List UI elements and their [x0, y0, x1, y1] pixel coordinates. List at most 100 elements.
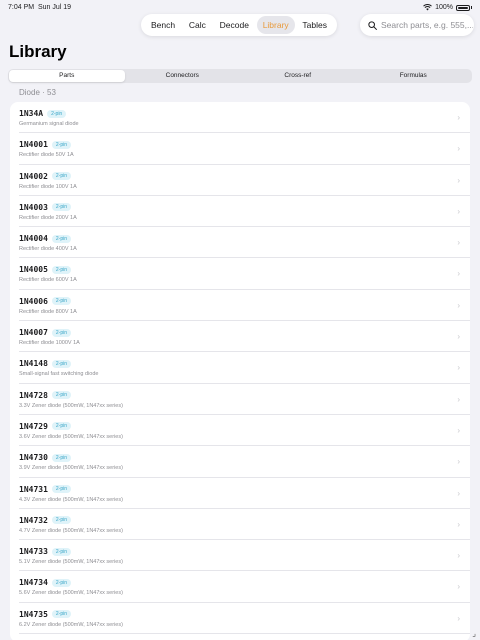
list-item[interactable]: 1N4004 2-pin Rectifier diode 400V 1A › — [19, 227, 470, 259]
part-name: 1N4732 — [19, 515, 48, 525]
part-description: Germanium signal diode — [19, 121, 79, 127]
list-item[interactable]: 1N4003 2-pin Rectifier diode 200V 1A › — [19, 196, 470, 228]
list-item[interactable]: 1N4735 2-pin 6.2V Zener diode (500mW, 1N47… — [19, 603, 470, 635]
pin-badge: 2-pin — [51, 172, 72, 181]
battery-tip — [471, 6, 472, 9]
part-name: 1N4735 — [19, 609, 48, 619]
pin-badge: 2-pin — [51, 516, 72, 525]
part-description: 5.1V Zener diode (500mW, 1N47xx series) — [19, 559, 123, 566]
pin-badge: 2-pin — [51, 297, 72, 306]
chevron-right-icon: › — [457, 582, 460, 592]
chevron-right-icon: › — [457, 269, 460, 279]
chevron-right-icon: › — [457, 394, 460, 404]
list-item[interactable]: 1N4731 2-pin 4.3V Zener diode (500mW, 1N47… — [19, 478, 470, 509]
part-name: 1N4007 — [19, 328, 48, 338]
segment-cross-ref[interactable]: Cross-ref — [240, 70, 356, 82]
row-title-line: 1N4733 2-pin — [19, 547, 72, 557]
part-name: 1N4733 — [19, 547, 48, 557]
row-title-line: 1N4005 2-pin — [19, 265, 72, 275]
row-title-line: 1N4007 2-pin — [19, 328, 72, 338]
part-name: 1N4003 — [19, 202, 48, 212]
pin-badge: 2-pin — [51, 547, 72, 556]
nav-decode[interactable]: Decode — [214, 16, 255, 34]
row-title-line: 1N4730 2-pin — [19, 453, 72, 463]
list-item[interactable]: 1N4005 2-pin Rectifier diode 600V 1A › — [19, 258, 470, 290]
part-name: 1N4005 — [19, 265, 48, 275]
search-box[interactable] — [360, 14, 474, 36]
nav-tables[interactable]: Tables — [296, 16, 333, 34]
segment-formulas[interactable]: Formulas — [356, 70, 472, 82]
row-title-line: 1N4731 2-pin — [19, 485, 72, 494]
list-item[interactable]: 1N4728 2-pin 3.3V Zener diode (500mW, 1N47… — [19, 384, 470, 415]
top-nav: Bench Calc Decode Library Tables — [141, 14, 337, 36]
chevron-right-icon: › — [457, 551, 460, 561]
status-clock: 7:04 PM — [8, 4, 35, 11]
row-title-line: 1N4735 2-pin — [19, 609, 72, 619]
part-description: 6.2V Zener diode (500mW, 1N47xx series) — [19, 621, 123, 628]
part-name: 1N4006 — [19, 296, 48, 306]
status-date: Sun Jul 19 — [37, 4, 72, 11]
segment-connectors[interactable]: Connectors — [125, 70, 241, 82]
row-title-line: 1N34A 2-pin — [19, 109, 67, 118]
chevron-right-icon: › — [457, 113, 460, 122]
search-input[interactable] — [381, 20, 473, 30]
chevron-right-icon: › — [457, 332, 460, 342]
row-title-line: 1N4728 2-pin — [19, 390, 72, 400]
list-item[interactable]: 1N4002 2-pin Rectifier diode 100V 1A › — [19, 165, 470, 196]
pin-badge: 2-pin — [51, 328, 72, 337]
chevron-right-icon: › — [457, 238, 460, 248]
list-item[interactable]: 1N4732 2-pin 4.7V Zener diode (500mW, 1N47… — [19, 509, 470, 541]
chevron-right-icon: › — [457, 457, 460, 467]
part-description: 4.7V Zener diode (500mW, 1N47xx series) — [19, 527, 123, 534]
row-title-line: 1N4006 2-pin — [19, 296, 72, 306]
part-name: 1N4730 — [19, 453, 48, 463]
segment-parts[interactable]: Parts — [9, 70, 125, 82]
pin-badge: 2-pin — [51, 578, 72, 587]
list-item[interactable]: 1N4148 2-pin Small-signal fast switching d… — [19, 352, 470, 384]
part-name: 1N4001 — [19, 140, 48, 150]
pin-badge: 2-pin — [51, 453, 72, 462]
chevron-right-icon: › — [457, 488, 460, 498]
list-item[interactable]: 1N4729 2-pin 3.6V Zener diode (500mW, 1N47… — [19, 415, 470, 447]
row-title-line: 1N4004 2-pin — [19, 234, 72, 243]
part-name: 1N4728 — [19, 390, 48, 400]
pin-badge: 2-pin — [51, 203, 72, 212]
nav-library[interactable]: Library — [256, 16, 295, 34]
list-item[interactable]: 1N4733 2-pin 5.1V Zener diode (500mW, 1N47… — [19, 540, 470, 572]
nav-bench[interactable]: Bench — [145, 16, 181, 34]
chevron-right-icon: › — [457, 175, 460, 185]
row-title-line: 1N4002 2-pin — [19, 172, 72, 181]
chevron-right-icon: › — [457, 206, 460, 216]
part-description: 3.9V Zener diode (500mW, 1N47xx series) — [19, 465, 123, 472]
part-description: 5.6V Zener diode (500mW, 1N47xx series) — [19, 590, 123, 597]
chevron-right-icon: › — [457, 300, 460, 310]
pin-badge: 2-pin — [47, 109, 67, 118]
part-description: Rectifier diode 50V 1A — [19, 152, 74, 159]
pin-badge: 2-pin — [51, 422, 72, 431]
list-item[interactable]: 1N4001 2-pin Rectifier diode 50V 1A › — [19, 133, 470, 165]
chevron-right-icon: › — [457, 613, 460, 623]
search-icon — [368, 20, 377, 30]
nav-calc[interactable]: Calc — [183, 16, 212, 34]
part-description: 3.6V Zener diode (500mW, 1N47xx series) — [19, 433, 123, 440]
list-item[interactable]: 1N4730 2-pin 3.9V Zener diode (500mW, 1N47… — [19, 446, 470, 478]
segmented-control: Parts Connectors Cross-ref Formulas — [8, 69, 472, 83]
row-title-line: 1N4148 2-pin — [19, 359, 72, 368]
list-item[interactable]: 1N4007 2-pin Rectifier diode 1000V 1A › — [19, 321, 470, 353]
part-name: 1N4734 — [19, 578, 48, 588]
part-description: Rectifier diode 600V 1A — [19, 277, 77, 284]
part-name: 1N4729 — [19, 421, 48, 431]
chevron-right-icon: › — [457, 363, 460, 373]
row-title-line: 1N4003 2-pin — [19, 202, 72, 212]
part-description: Rectifier diode 100V 1A — [19, 183, 77, 190]
list-item[interactable]: 1N4006 2-pin Rectifier diode 800V 1A › — [19, 290, 470, 322]
page-title: Library — [9, 42, 67, 61]
list-item[interactable]: 1N34A 2-pin Germanium signal diode › — [19, 102, 470, 134]
row-title-line: 1N4732 2-pin — [19, 515, 72, 525]
pin-badge: 2-pin — [51, 485, 72, 494]
part-description: Small-signal fast switching diode — [19, 371, 99, 378]
pin-badge: 2-pin — [51, 265, 72, 274]
list-item[interactable]: 1N4734 2-pin 5.6V Zener diode (500mW, 1N47… — [19, 571, 470, 603]
part-description: Rectifier diode 1000V 1A — [19, 340, 80, 347]
pin-badge: 2-pin — [51, 391, 72, 400]
